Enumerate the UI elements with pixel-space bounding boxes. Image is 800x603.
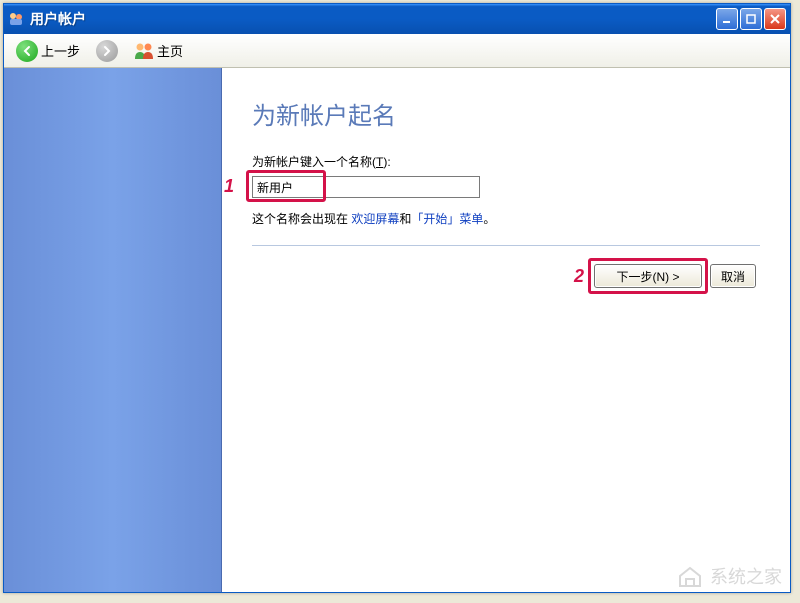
account-name-input[interactable] bbox=[252, 176, 480, 198]
minimize-button[interactable] bbox=[716, 8, 738, 30]
field-label: 为新帐户键入一个名称(T): bbox=[252, 153, 760, 170]
sidebar bbox=[4, 68, 222, 592]
home-button[interactable]: 主页 bbox=[128, 38, 189, 63]
window-frame: 用户帐户 上一步 bbox=[3, 3, 791, 593]
maximize-button[interactable] bbox=[740, 8, 762, 30]
window-title: 用户帐户 bbox=[30, 9, 716, 29]
page-title: 为新帐户起名 bbox=[252, 96, 760, 131]
annotation-marker-2: 2 bbox=[574, 266, 584, 287]
start-menu-link: 「开始」菜单 bbox=[411, 212, 483, 226]
users-icon bbox=[134, 42, 154, 60]
back-button[interactable]: 上一步 bbox=[10, 37, 86, 65]
next-button-wrap: 下一步(N) > bbox=[594, 264, 702, 288]
close-button[interactable] bbox=[764, 8, 786, 30]
divider bbox=[252, 245, 760, 246]
home-label: 主页 bbox=[157, 41, 183, 60]
forward-arrow-icon bbox=[96, 40, 118, 62]
description-text: 这个名称会出现在 欢迎屏幕和「开始」菜单。 bbox=[252, 210, 760, 227]
welcome-screen-link: 欢迎屏幕 bbox=[351, 212, 399, 226]
next-button[interactable]: 下一步(N) > bbox=[594, 264, 702, 288]
watermark-icon bbox=[676, 564, 704, 588]
titlebar[interactable]: 用户帐户 bbox=[4, 4, 790, 34]
main-panel: 为新帐户起名 为新帐户键入一个名称(T): 1 这个名称会出现在 欢迎屏幕和「开… bbox=[222, 68, 790, 592]
button-row: 2 下一步(N) > 取消 bbox=[252, 264, 760, 288]
input-wrapper: 1 bbox=[252, 176, 480, 198]
back-label: 上一步 bbox=[41, 41, 80, 60]
forward-button[interactable] bbox=[90, 37, 124, 65]
annotation-marker-1: 1 bbox=[224, 176, 234, 197]
watermark-text: 系统之家 bbox=[710, 563, 782, 589]
window-controls bbox=[716, 8, 786, 30]
cancel-button[interactable]: 取消 bbox=[710, 264, 756, 288]
content-area: 为新帐户起名 为新帐户键入一个名称(T): 1 这个名称会出现在 欢迎屏幕和「开… bbox=[4, 68, 790, 592]
toolbar: 上一步 主页 bbox=[4, 34, 790, 68]
watermark: 系统之家 bbox=[676, 563, 782, 589]
back-arrow-icon bbox=[16, 40, 38, 62]
app-icon bbox=[8, 11, 24, 27]
